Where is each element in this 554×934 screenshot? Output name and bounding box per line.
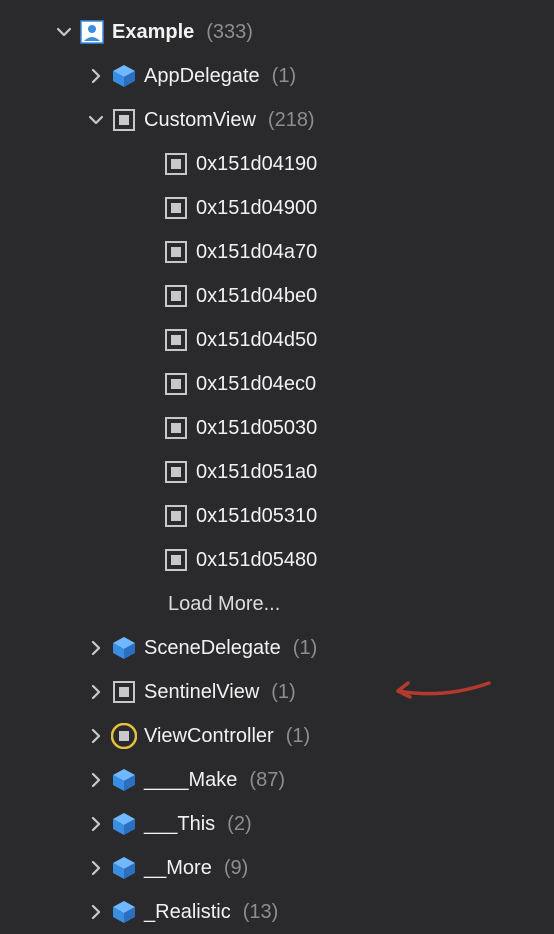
chevron-down-icon[interactable] (56, 24, 72, 40)
load-more-row[interactable]: Load More... (40, 582, 554, 626)
tree-count: (87) (249, 769, 285, 792)
tree-label: 0x151d04900 (196, 197, 317, 220)
tree-row-scenedelegate[interactable]: SceneDelegate (1) (40, 626, 554, 670)
cube-icon (110, 810, 138, 838)
tree-label: AppDelegate (144, 65, 260, 88)
tree-label: ViewController (144, 725, 274, 748)
tree-label: CustomView (144, 109, 256, 132)
tree-count: (2) (227, 813, 251, 836)
tree-row-this[interactable]: ___This (2) (40, 802, 554, 846)
chevron-right-icon[interactable] (88, 640, 104, 656)
tree-count: (1) (293, 637, 317, 660)
tree-count: (218) (268, 109, 315, 132)
cube-icon (110, 854, 138, 882)
tree-label: Example (112, 21, 194, 44)
chevron-right-icon[interactable] (88, 860, 104, 876)
tree-count: (1) (286, 725, 310, 748)
tree-row-viewcontroller[interactable]: ViewController (1) (40, 714, 554, 758)
tree-row-instance[interactable]: 0x151d051a0 (40, 450, 554, 494)
tree-row-appdelegate[interactable]: AppDelegate (1) (40, 54, 554, 98)
tree-label: 0x151d04be0 (196, 285, 317, 308)
cube-icon (110, 634, 138, 662)
tree-row-instance[interactable]: 0x151d04be0 (40, 274, 554, 318)
chevron-right-icon[interactable] (88, 816, 104, 832)
tree-label: 0x151d04d50 (196, 329, 317, 352)
square-icon (162, 370, 190, 398)
tree-row-instance[interactable]: 0x151d04d50 (40, 318, 554, 362)
tree-row-instance[interactable]: 0x151d05480 (40, 538, 554, 582)
tree-row-sentinelview[interactable]: SentinelView (1) (40, 670, 554, 714)
tree-count: (1) (272, 65, 296, 88)
chevron-right-icon[interactable] (88, 68, 104, 84)
tree-row-instance[interactable]: 0x151d04900 (40, 186, 554, 230)
tree-label: 0x151d04190 (196, 153, 317, 176)
square-icon (162, 326, 190, 354)
tree-row-realistic[interactable]: _Realistic (13) (40, 890, 554, 934)
tree-count: (9) (224, 857, 248, 880)
tree-count: (333) (206, 21, 253, 44)
square-icon (110, 678, 138, 706)
square-icon (162, 546, 190, 574)
tree-label: SentinelView (144, 681, 259, 704)
tree-label: 0x151d04a70 (196, 241, 317, 264)
square-icon (110, 106, 138, 134)
chevron-right-icon[interactable] (88, 684, 104, 700)
tree-row-instance[interactable]: 0x151d04a70 (40, 230, 554, 274)
cube-icon (110, 898, 138, 926)
tree-label: 0x151d05480 (196, 549, 317, 572)
tree-label: 0x151d04ec0 (196, 373, 316, 396)
cube-icon (110, 62, 138, 90)
square-icon (162, 502, 190, 530)
tree-row-customview[interactable]: CustomView (218) (40, 98, 554, 142)
annotation-arrow-icon (384, 673, 494, 711)
load-more-label: Load More... (168, 593, 280, 616)
square-icon (162, 282, 190, 310)
tree-row-instance[interactable]: 0x151d05030 (40, 406, 554, 450)
chevron-right-icon[interactable] (88, 904, 104, 920)
square-icon (162, 194, 190, 222)
square-icon (162, 414, 190, 442)
tree-label: __More (144, 857, 212, 880)
tree-label: 0x151d051a0 (196, 461, 317, 484)
square-icon (162, 150, 190, 178)
tree-label: ____Make (144, 769, 237, 792)
chevron-right-icon[interactable] (88, 772, 104, 788)
tree-label: 0x151d05310 (196, 505, 317, 528)
tree-label: 0x151d05030 (196, 417, 317, 440)
tree-row-make[interactable]: ____Make (87) (40, 758, 554, 802)
tree-row-instance[interactable]: 0x151d04ec0 (40, 362, 554, 406)
square-highlight-icon (110, 722, 138, 750)
tree-count: (13) (243, 901, 279, 924)
tree-row-more[interactable]: __More (9) (40, 846, 554, 890)
tree-label: ___This (144, 813, 215, 836)
tree-row-instance[interactable]: 0x151d05310 (40, 494, 554, 538)
tree-row-root[interactable]: Example (333) (40, 10, 554, 54)
square-icon (162, 238, 190, 266)
tree-row-instance[interactable]: 0x151d04190 (40, 142, 554, 186)
cube-icon (110, 766, 138, 794)
square-icon (162, 458, 190, 486)
tree-label: SceneDelegate (144, 637, 281, 660)
tree-label: _Realistic (144, 901, 231, 924)
chevron-right-icon[interactable] (88, 728, 104, 744)
chevron-down-icon[interactable] (88, 112, 104, 128)
person-icon (78, 18, 106, 46)
tree-count: (1) (271, 681, 295, 704)
